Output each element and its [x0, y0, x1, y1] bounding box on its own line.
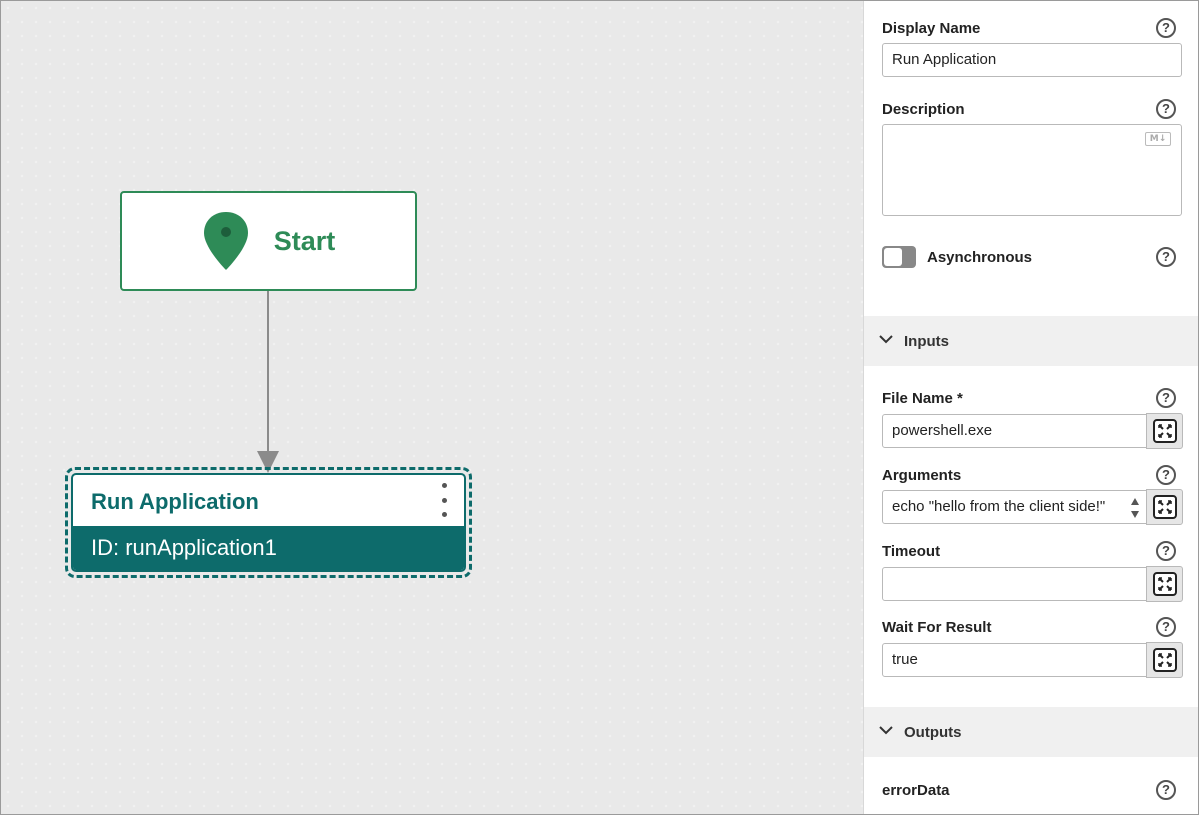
- wait-for-result-label: Wait For Result: [882, 619, 992, 636]
- required-mark: *: [957, 390, 963, 407]
- outputs-section-header[interactable]: Outputs: [864, 707, 1198, 757]
- designer-canvas[interactable]: Start Run Application ID: runApplication…: [1, 1, 863, 814]
- inputs-section-label: Inputs: [904, 333, 949, 350]
- run-application-activity[interactable]: Run Application ID: runApplication1: [71, 473, 466, 572]
- expression-icon: [1152, 648, 1177, 672]
- map-pin-icon: [203, 212, 248, 270]
- help-icon[interactable]: ?: [1156, 780, 1176, 800]
- workflow-designer: Start Run Application ID: runApplication…: [0, 0, 1199, 815]
- expression-icon: [1152, 572, 1177, 596]
- help-icon[interactable]: ?: [1156, 617, 1176, 637]
- arguments-input[interactable]: echo "hello from the client side!": [882, 490, 1147, 524]
- expression-editor-button[interactable]: [1146, 413, 1183, 449]
- markdown-icon: M↓: [1145, 132, 1171, 146]
- kebab-menu-icon[interactable]: [440, 483, 448, 517]
- connector-line[interactable]: [267, 291, 269, 453]
- chevron-down-icon: [879, 726, 893, 735]
- timeout-label: Timeout: [882, 543, 941, 560]
- help-icon[interactable]: ?: [1156, 247, 1176, 267]
- timeout-input[interactable]: [882, 567, 1147, 601]
- inputs-section-header[interactable]: Inputs: [864, 316, 1198, 366]
- expression-editor-button[interactable]: [1146, 566, 1183, 602]
- description-textarea[interactable]: M↓: [882, 124, 1182, 216]
- file-name-input[interactable]: powershell.exe: [882, 414, 1147, 448]
- expression-editor-button[interactable]: [1146, 489, 1183, 525]
- expression-editor-button[interactable]: [1146, 642, 1183, 678]
- arguments-value: echo "hello from the client side!": [892, 498, 1106, 515]
- asynchronous-toggle[interactable]: [882, 246, 916, 268]
- properties-panel: Display Name ? Run Application Descripti…: [863, 1, 1198, 814]
- start-node[interactable]: Start: [120, 191, 417, 291]
- description-label: Description: [882, 101, 965, 118]
- error-data-label: errorData: [882, 782, 950, 799]
- help-icon[interactable]: ?: [1156, 388, 1176, 408]
- help-icon[interactable]: ?: [1156, 541, 1176, 561]
- expression-icon: [1152, 419, 1177, 443]
- help-icon[interactable]: ?: [1156, 18, 1176, 38]
- display-name-label: Display Name: [882, 20, 981, 37]
- scroll-arrows-icon[interactable]: [1130, 494, 1140, 522]
- asynchronous-label: Asynchronous: [927, 249, 1033, 266]
- chevron-down-icon: [879, 335, 893, 344]
- help-icon[interactable]: ?: [1156, 99, 1176, 119]
- wait-for-result-input[interactable]: true: [882, 643, 1147, 677]
- activity-id: ID: runApplication1: [73, 526, 464, 570]
- activity-title: Run Application: [91, 489, 259, 514]
- help-icon[interactable]: ?: [1156, 465, 1176, 485]
- expression-icon: [1152, 495, 1177, 519]
- display-name-input[interactable]: Run Application: [882, 43, 1182, 77]
- start-node-label: Start: [273, 225, 336, 256]
- outputs-section-label: Outputs: [904, 724, 962, 741]
- file-name-label: File Name *: [882, 390, 963, 407]
- arguments-label: Arguments: [882, 467, 962, 484]
